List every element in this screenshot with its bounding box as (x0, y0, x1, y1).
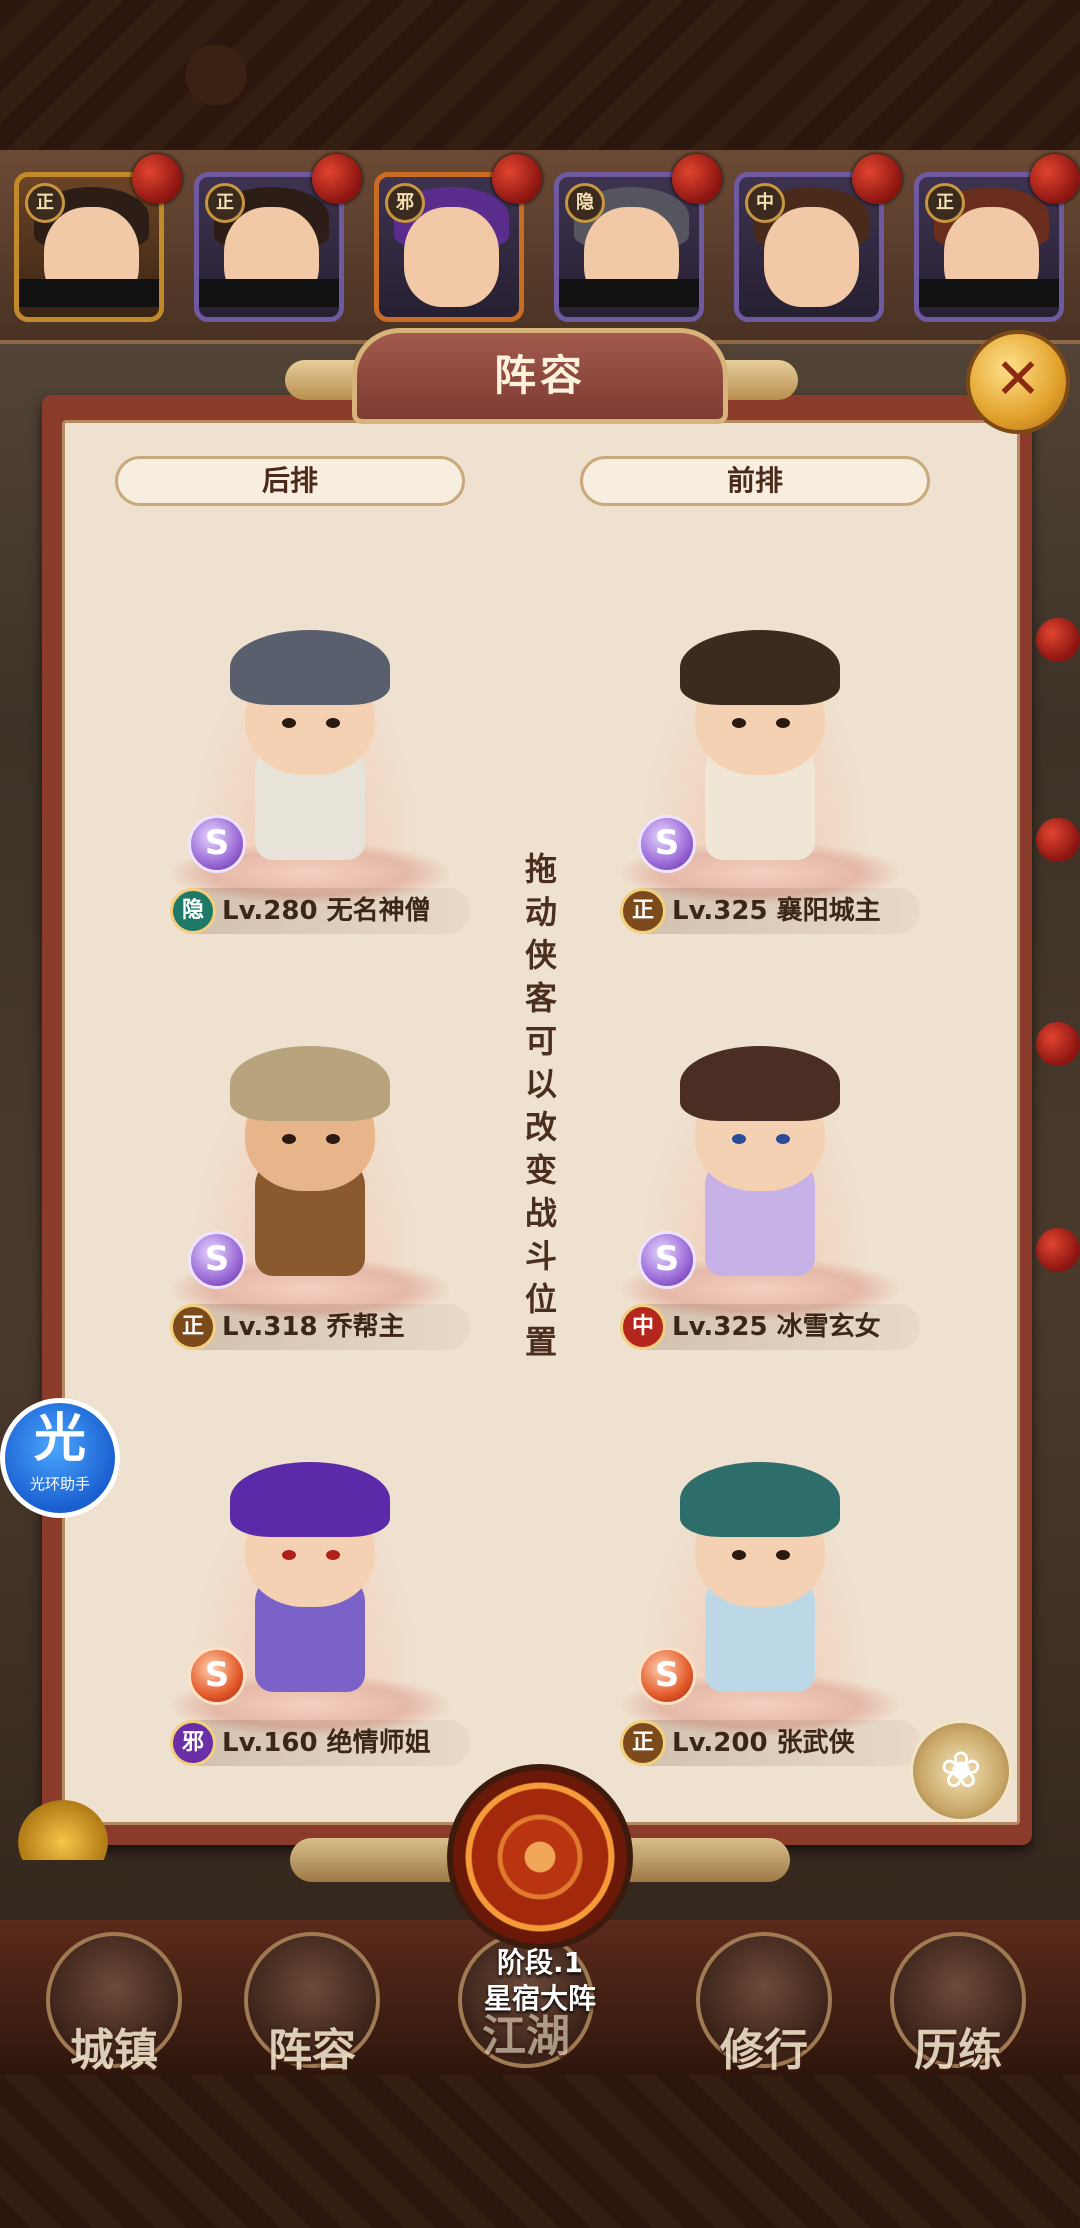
hero-level-name: Lv.160 绝情师姐 (222, 1728, 431, 1758)
aura-assistant-button[interactable]: 光 光环助手 (0, 1398, 120, 1518)
hero-label: 邪 Lv.160 绝情师姐 (170, 1720, 470, 1766)
hero-eye (282, 1134, 296, 1144)
panel-title-plate: 阵容 (352, 328, 728, 424)
panel-title: 阵容 (493, 351, 586, 400)
hero-level-name: Lv.200 张武侠 (672, 1728, 855, 1758)
hero-face (404, 207, 499, 307)
hero-level-name: Lv.318 乔帮主 (222, 1312, 405, 1342)
faction-tag: 正 (170, 1304, 216, 1350)
hero-label: 正 Lv.325 襄阳城主 (620, 888, 920, 934)
hero-hair (680, 1046, 840, 1121)
red-notification-orb (852, 154, 902, 204)
hero-eye (282, 1550, 296, 1560)
hero-eye (776, 1550, 790, 1560)
rank-s-icon: S (188, 815, 246, 873)
front-row-header: 前排 (580, 456, 930, 506)
drag-hint-text: 拖动侠客可以改变战斗位置 (524, 850, 557, 1361)
monk-hat (230, 630, 390, 705)
hero-hair (680, 630, 840, 705)
rank-s-icon: S (188, 1647, 246, 1705)
formation-name: 星宿大阵 (483, 1982, 596, 2015)
red-notification-orb (1030, 154, 1080, 204)
hero-card-front-1[interactable]: S 正 Lv.325 襄阳城主 (610, 620, 920, 950)
hero-eye (732, 718, 746, 728)
gold-cloud-ornament (18, 1800, 108, 1860)
assistant-label: 光环助手 (29, 1475, 90, 1493)
hero-card-front-2[interactable]: S 中 Lv.325 冰雪玄女 (610, 1036, 920, 1366)
hero-card-back-3[interactable]: S 邪 Lv.160 绝情师姐 (160, 1452, 470, 1782)
back-row-header: 后排 (115, 456, 465, 506)
hero-label: 隐 Lv.280 无名神僧 (170, 888, 470, 934)
red-notification-orb (132, 154, 182, 204)
hero-card-back-1[interactable]: S 隐 Lv.280 无名神僧 (160, 620, 470, 950)
hero-label: 中 Lv.325 冰雪玄女 (620, 1304, 920, 1350)
hero-face (764, 207, 859, 307)
hero-level-name: Lv.325 襄阳城主 (672, 896, 881, 926)
side-red-orb (1036, 1022, 1080, 1066)
top-background (0, 0, 1080, 150)
rank-s-icon: S (638, 815, 696, 873)
bottom-background (0, 2075, 1080, 2228)
hero-eye (732, 1134, 746, 1144)
hero-eye (326, 1550, 340, 1560)
side-red-orb (1036, 818, 1080, 862)
faction-badge: 隐 (565, 183, 605, 223)
red-notification-orb (672, 154, 722, 204)
hero-eye (282, 718, 296, 728)
faction-badge: 邪 (385, 183, 425, 223)
hero-card-back-2[interactable]: S 正 Lv.318 乔帮主 (160, 1036, 470, 1366)
hero-hair (680, 1462, 840, 1537)
hero-card-front-3[interactable]: S 正 Lv.200 张武侠 (610, 1452, 920, 1782)
hero-hair (230, 1462, 390, 1537)
hero-hat (230, 1046, 390, 1121)
side-red-orb (1036, 1228, 1080, 1272)
nav-label-lineup: 阵容 (268, 2025, 356, 2076)
rank-s-icon: S (638, 1647, 696, 1705)
formation-array-button[interactable] (447, 1764, 633, 1950)
hero-eye (326, 1134, 340, 1144)
assistant-logo: 光 (33, 1409, 86, 1469)
nav-label-cultivate: 修行 (720, 2025, 808, 2076)
faction-tag: 正 (620, 888, 666, 934)
hero-eye (776, 1134, 790, 1144)
faction-badge: 正 (925, 183, 965, 223)
hero-eye (326, 718, 340, 728)
hero-label: 正 Lv.318 乔帮主 (170, 1304, 470, 1350)
red-notification-orb (312, 154, 362, 204)
rank-s-icon: S (188, 1231, 246, 1289)
formation-label: 阶段.1 星宿大阵 (440, 1945, 640, 2017)
censor-bar (919, 279, 1059, 307)
censor-bar (199, 279, 339, 307)
faction-badge: 正 (25, 183, 65, 223)
formation-stage: 阶段.1 (496, 1946, 584, 1979)
hero-level-name: Lv.280 无名神僧 (222, 896, 431, 926)
hero-level-name: Lv.325 冰雪玄女 (672, 1312, 881, 1342)
faction-badge: 中 (745, 183, 785, 223)
hero-label: 正 Lv.200 张武侠 (620, 1720, 920, 1766)
flower-icon[interactable]: ❀ (910, 1720, 1012, 1822)
close-button[interactable]: ✕ (966, 330, 1070, 434)
censor-bar (559, 279, 699, 307)
faction-tag: 中 (620, 1304, 666, 1350)
faction-tag: 邪 (170, 1720, 216, 1766)
hero-eye (732, 1550, 746, 1560)
censor-bar (19, 279, 159, 307)
side-red-orb (1036, 618, 1080, 662)
nav-label-town: 城镇 (70, 2025, 158, 2076)
faction-tag: 正 (620, 1720, 666, 1766)
nav-label-trial: 历练 (914, 2025, 1002, 2076)
faction-badge: 正 (205, 183, 245, 223)
close-x-icon: ✕ (994, 347, 1042, 412)
faction-tag: 隐 (170, 888, 216, 934)
rank-s-icon: S (638, 1231, 696, 1289)
hero-eye (776, 718, 790, 728)
red-notification-orb (492, 154, 542, 204)
